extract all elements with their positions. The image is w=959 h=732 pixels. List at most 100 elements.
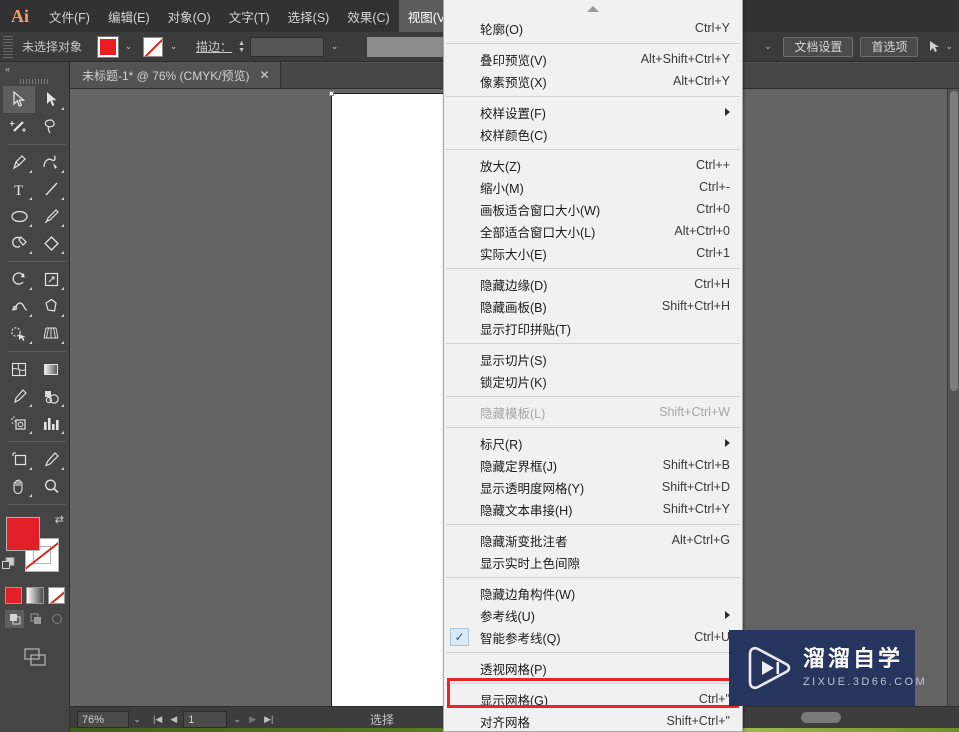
control-bar-grip[interactable] [3,35,13,58]
menu-item-0-0[interactable]: 轮廓(O) Ctrl+Y [444,17,742,39]
tool-zoom[interactable] [35,473,67,500]
menu-item-11-0[interactable]: 显示网格(G) Ctrl+" [444,688,742,710]
menu-item-10-0[interactable]: 透视网格(P) [444,657,742,679]
tool-direct-selection[interactable] [35,86,67,113]
horizontal-scrollbar-thumb[interactable] [801,712,841,723]
stroke-weight-stepper[interactable]: ▲ ▼ [236,37,247,57]
artboard-chevron-down-icon[interactable]: ⌄ [229,714,245,725]
tool-pen[interactable] [3,149,35,176]
last-artboard-icon[interactable]: ▶| [260,714,277,725]
select-similar-objects-icon[interactable]: ⌄ [928,40,953,54]
canvas-vertical-scrollbar[interactable] [947,89,959,706]
document-setup-button[interactable]: 文档设置 [783,36,854,57]
tool-paintbrush[interactable] [35,203,67,230]
draw-inside-icon[interactable] [48,610,67,628]
menu-edit[interactable]: 编辑(E) [99,0,159,32]
menu-item-9-1[interactable]: 参考线(U) [444,604,742,626]
toolbox-collapse-icon[interactable]: « [0,62,69,76]
fill-color-swatch[interactable] [97,35,120,58]
preferences-button[interactable]: 首选项 [860,36,919,57]
menu-item-3-4[interactable]: 实际大小(E) Ctrl+1 [444,242,742,264]
opacity-chevron-down-icon[interactable]: ⌄ [759,36,777,57]
menu-item-9-0[interactable]: 隐藏边角构件(W) [444,582,742,604]
stroke-color-swatch[interactable] [143,36,164,57]
tool-shape-builder[interactable] [3,320,35,347]
menu-item-7-1[interactable]: 隐藏定界框(J) Shift+Ctrl+B [444,454,742,476]
menu-item-11-1[interactable]: 对齐网格 Shift+Ctrl+" [444,710,742,731]
view-menu-dropdown[interactable]: 轮廓(O) Ctrl+Y 叠印预览(V) Alt+Shift+Ctrl+Y 像素预览(X… [443,0,743,732]
change-screen-mode-icon[interactable] [0,646,69,668]
menu-item-3-3[interactable]: 全部适合窗口大小(L) Alt+Ctrl+0 [444,220,742,242]
tool-gradient[interactable] [35,356,67,383]
tool-shaper[interactable] [3,230,35,257]
stroke-weight-chevron-down-icon[interactable]: ⌄ [326,36,344,57]
tool-selection[interactable] [3,86,35,113]
previous-artboard-icon[interactable]: ◀ [166,714,181,725]
menu-item-7-2[interactable]: 显示透明度网格(Y) Shift+Ctrl+D [444,476,742,498]
stroke-dropdown-chevron-down-icon[interactable]: ⌄ [165,36,183,57]
tool-lasso[interactable] [35,113,67,140]
menu-item-1-1[interactable]: 像素预览(X) Alt+Ctrl+Y [444,70,742,92]
zoom-level-input[interactable]: 76% [77,711,129,728]
tool-slice[interactable] [35,446,67,473]
tool-scale[interactable] [35,266,67,293]
next-artboard-icon[interactable]: ▶ [245,714,260,725]
tool-eyedropper[interactable] [3,383,35,410]
color-mode-solid[interactable] [5,587,23,604]
menu-effect[interactable]: 效果(C) [338,0,398,32]
document-tab[interactable]: 未标题-1* @ 76% (CMYK/预览) ✕ [70,62,281,88]
menu-item-5-0[interactable]: 显示切片(S) [444,348,742,370]
menu-item-2-0[interactable]: 校样设置(F) [444,101,742,123]
menu-item-2-1[interactable]: 校样颜色(C) [444,123,742,145]
tool-type[interactable]: T [3,176,35,203]
draw-normal-icon[interactable] [5,610,25,628]
menu-scroll-up-icon[interactable] [444,0,742,17]
menu-item-1-0[interactable]: 叠印预览(V) Alt+Shift+Ctrl+Y [444,48,742,70]
menu-item-3-0[interactable]: 放大(Z) Ctrl++ [444,154,742,176]
artboard-handle-tl[interactable] [329,91,334,96]
tool-curvature[interactable] [35,149,67,176]
tool-line-segment[interactable] [35,176,67,203]
fill-color-indicator[interactable] [6,517,40,551]
tool-ellipse[interactable] [3,203,35,230]
menu-item-9-2[interactable]: ✓ 智能参考线(Q) Ctrl+U [444,626,742,648]
menu-item-3-1[interactable]: 缩小(M) Ctrl+- [444,176,742,198]
toolbox-drag-grip[interactable] [0,76,69,86]
menu-item-5-1[interactable]: 锁定切片(K) [444,370,742,392]
default-fill-stroke-icon[interactable] [2,557,15,570]
fill-dropdown-chevron-down-icon[interactable]: ⌄ [120,36,138,57]
canvas-vertical-scrollbar-thumb[interactable] [950,91,958,391]
tool-magic-wand[interactable] [3,113,35,140]
tool-rotate[interactable] [3,266,35,293]
menu-item-8-1[interactable]: 显示实时上色间隙 [444,551,742,573]
tool-eraser[interactable] [35,230,67,257]
draw-behind-icon[interactable] [26,610,45,628]
stroke-weight-input[interactable] [250,36,325,57]
menu-item-7-3[interactable]: 隐藏文本串接(H) Shift+Ctrl+Y [444,498,742,520]
tool-column-graph[interactable] [35,410,67,437]
menu-item-4-1[interactable]: 隐藏画板(B) Shift+Ctrl+H [444,295,742,317]
tool-mesh[interactable] [3,356,35,383]
tool-symbol-sprayer[interactable] [3,410,35,437]
tool-hand[interactable] [3,473,35,500]
menu-item-4-2[interactable]: 显示打印拼贴(T) [444,317,742,339]
menu-item-8-0[interactable]: 隐藏渐变批注者 Alt+Ctrl+G [444,529,742,551]
menu-type[interactable]: 文字(T) [220,0,279,32]
tool-free-transform[interactable] [35,293,67,320]
color-mode-none[interactable] [47,587,65,604]
menu-object[interactable]: 对象(O) [159,0,220,32]
tool-width[interactable] [3,293,35,320]
color-mode-gradient[interactable] [26,587,44,604]
menu-item-7-0[interactable]: 标尺(R) [444,432,742,454]
menu-file[interactable]: 文件(F) [40,0,99,32]
menu-select[interactable]: 选择(S) [279,0,339,32]
menu-item-4-0[interactable]: 隐藏边缘(D) Ctrl+H [444,273,742,295]
menu-item-3-2[interactable]: 画板适合窗口大小(W) Ctrl+0 [444,198,742,220]
tool-perspective-grid[interactable] [35,320,67,347]
zoom-level-chevron-down-icon[interactable]: ⌄ [129,714,145,725]
close-icon[interactable]: ✕ [260,68,270,82]
tool-blend[interactable] [35,383,67,410]
first-artboard-icon[interactable]: |◀ [149,714,166,725]
tool-artboard[interactable] [3,446,35,473]
artboard-number-input[interactable]: 1 [183,711,228,728]
